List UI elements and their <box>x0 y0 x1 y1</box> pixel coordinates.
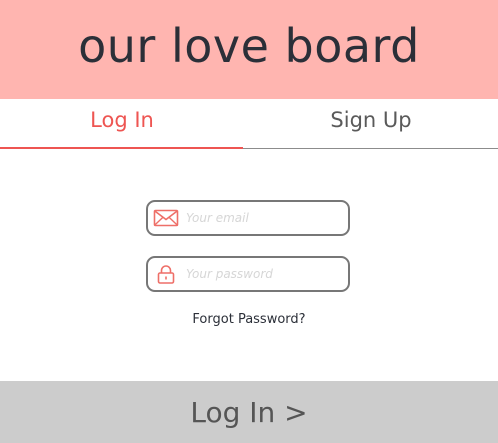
lock-icon <box>153 263 179 285</box>
tab-log-in[interactable]: Log In <box>0 99 244 149</box>
forgot-password-link[interactable]: Forgot Password? <box>0 312 498 327</box>
envelope-icon <box>153 207 179 229</box>
app-title: our love board <box>78 18 420 73</box>
password-field[interactable] <box>146 256 350 292</box>
email-input[interactable] <box>186 202 342 234</box>
auth-tabs: Log In Sign Up <box>0 99 498 150</box>
log-in-button[interactable]: Log In > <box>0 381 498 443</box>
active-tab-indicator <box>0 147 243 149</box>
email-field[interactable] <box>146 200 350 236</box>
password-input[interactable] <box>186 258 342 290</box>
app-header: our love board <box>0 0 498 99</box>
tab-sign-up[interactable]: Sign Up <box>244 99 498 149</box>
